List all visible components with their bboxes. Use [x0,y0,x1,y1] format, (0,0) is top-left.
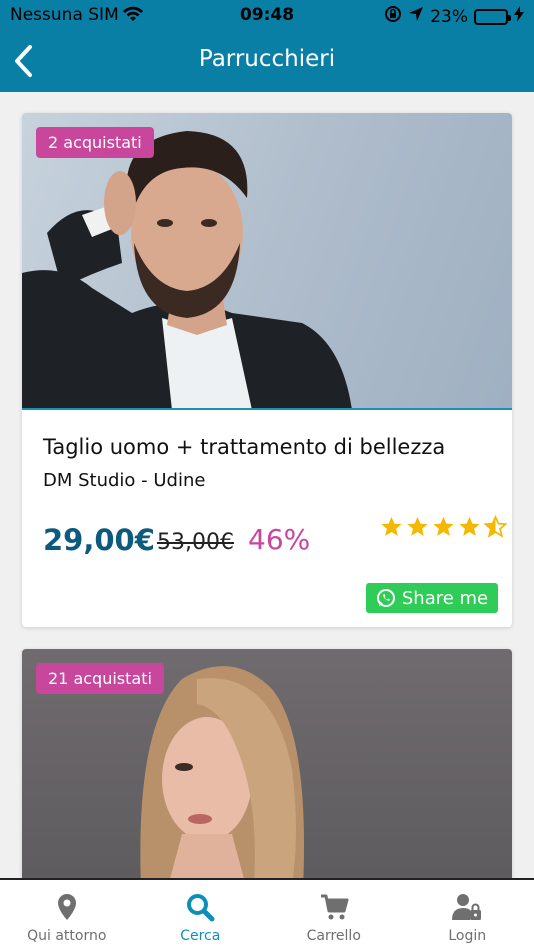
deal-title[interactable]: Taglio uomo + trattamento di bellezza [43,435,445,459]
purchases-badge: 21 acquistati [36,663,164,694]
star-icon [407,516,428,536]
user-lock-icon [452,894,482,920]
cart-icon [320,894,349,920]
deal-card[interactable]: 2 acquistati Taglio uomo + trattamento d… [22,113,512,627]
star-icon [433,516,454,536]
deal-discount: 46% [248,523,311,556]
tab-bar: Qui attorno Cerca Carrello Login [0,878,534,950]
deal-card[interactable]: 21 acquistati [22,649,512,878]
battery-percent: 23% [430,6,468,27]
tab-label: Login [448,928,487,944]
tab-search[interactable]: Cerca [134,880,268,950]
status-bar: Nessuna SIM 09:48 23% [0,0,534,30]
deal-price: 29,00€ [43,523,155,557]
nav-bar: Parrucchieri [0,30,534,92]
charging-icon [514,6,524,27]
tab-label: Qui attorno [27,928,107,944]
map-pin-icon [57,894,76,920]
tab-login[interactable]: Login [401,880,534,950]
star-icon [381,516,402,536]
deal-list[interactable]: 2 acquistati Taglio uomo + trattamento d… [0,92,534,878]
search-icon [187,894,215,922]
star-half-icon [484,515,507,538]
share-label: Share me [401,587,489,609]
deal-old-price: 53,00€ [157,530,234,555]
tab-label: Cerca [180,928,221,944]
share-whatsapp-button[interactable]: Share me [366,583,498,613]
tab-cart[interactable]: Carrello [267,880,401,950]
rotation-lock-icon [384,5,402,28]
battery-icon [474,8,511,25]
location-arrow-icon [408,6,424,27]
page-title: Parrucchieri [198,46,336,72]
tab-nearby[interactable]: Qui attorno [0,880,134,950]
rating-stars [380,515,507,538]
whatsapp-icon [376,589,395,607]
star-icon [459,516,480,536]
tab-label: Carrello [306,928,361,944]
purchases-badge: 2 acquistati [36,127,154,158]
deal-merchant: DM Studio - Udine [43,470,206,491]
